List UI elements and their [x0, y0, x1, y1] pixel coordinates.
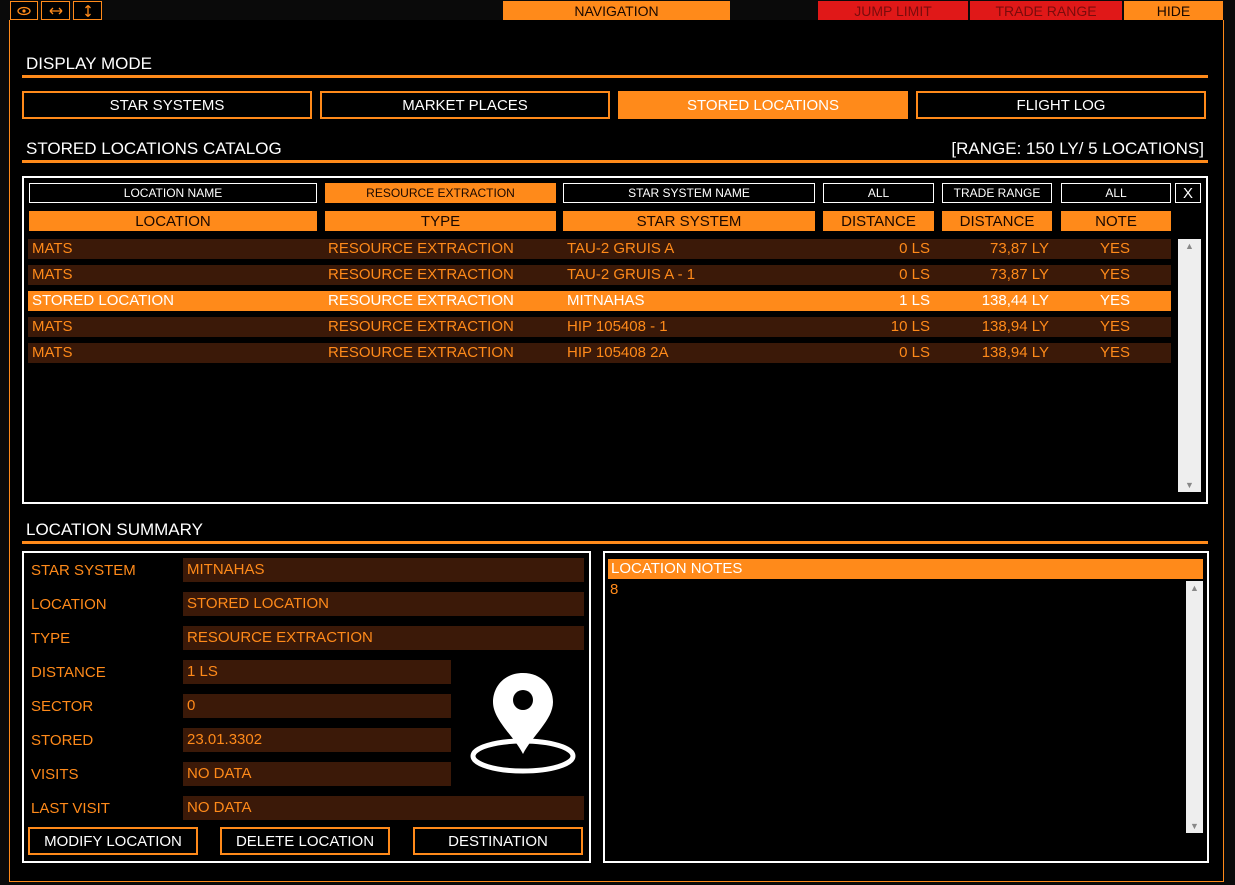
cell-note: YES: [1100, 266, 1131, 283]
cell-note: YES: [1100, 344, 1131, 361]
field-value-stored: 23.01.3302: [183, 728, 451, 752]
field-value-location: STORED LOCATION: [183, 592, 584, 616]
cell-type: RESOURCE EXTRACTION: [328, 292, 514, 309]
field-label: VISITS: [31, 766, 79, 783]
display-mode-title: DISPLAY MODE: [26, 54, 152, 73]
column-header-distance-ly[interactable]: DISTANCE: [942, 211, 1052, 231]
table-row[interactable]: MATS RESOURCE EXTRACTION TAU-2 GRUIS A -…: [28, 265, 1171, 285]
cell-type: RESOURCE EXTRACTION: [328, 318, 514, 335]
cell-note: YES: [1100, 240, 1131, 257]
field-label: SECTOR: [31, 698, 94, 715]
cell-star-system: HIP 105408 - 1: [567, 318, 668, 335]
column-header-location[interactable]: LOCATION: [29, 211, 317, 231]
cell-location: MATS: [32, 344, 73, 361]
catalog-title: STORED LOCATIONS CATALOG: [26, 139, 282, 158]
cell-distance-ls: 0 LS: [899, 344, 930, 361]
cell-star-system: MITNAHAS: [567, 292, 645, 309]
column-header-note[interactable]: NOTE: [1061, 211, 1171, 231]
notes-textarea[interactable]: 8: [608, 581, 1178, 831]
modify-location-button[interactable]: MODIFY LOCATION: [28, 827, 198, 855]
filter-trade-range[interactable]: TRADE RANGE: [942, 183, 1052, 203]
eye-icon[interactable]: [10, 1, 38, 20]
cell-location: STORED LOCATION: [32, 292, 174, 309]
catalog-scrollbar[interactable]: ▲ ▼: [1178, 239, 1201, 492]
cell-location: MATS: [32, 266, 73, 283]
notes-title: LOCATION NOTES: [608, 559, 1203, 579]
table-row[interactable]: MATS RESOURCE EXTRACTION HIP 105408 - 1 …: [28, 317, 1171, 337]
field-label: STORED: [31, 732, 94, 749]
field-label: STAR SYSTEM: [31, 562, 136, 579]
field-label: LAST VISIT: [31, 800, 110, 817]
filter-type[interactable]: RESOURCE EXTRACTION: [325, 183, 556, 203]
column-header-type[interactable]: TYPE: [325, 211, 556, 231]
cell-distance-ly: 138,44 LY: [981, 292, 1049, 309]
cell-star-system: HIP 105408 2A: [567, 344, 669, 361]
summary-title: LOCATION SUMMARY: [26, 520, 203, 539]
cell-distance-ls: 1 LS: [899, 292, 930, 309]
cell-star-system: TAU-2 GRUIS A: [567, 240, 675, 257]
filter-distance[interactable]: ALL: [823, 183, 934, 203]
filter-note[interactable]: ALL: [1061, 183, 1171, 203]
cell-distance-ly: 138,94 LY: [981, 318, 1049, 335]
field-value-sector: 0: [183, 694, 451, 718]
field-value-last-visit: NO DATA: [183, 796, 584, 820]
table-row-selected[interactable]: STORED LOCATION RESOURCE EXTRACTION MITN…: [28, 291, 1171, 311]
cell-distance-ly: 138,94 LY: [981, 344, 1049, 361]
scroll-down-icon[interactable]: ▼: [1186, 821, 1203, 831]
table-row[interactable]: MATS RESOURCE EXTRACTION HIP 105408 2A 0…: [28, 343, 1171, 363]
cell-location: MATS: [32, 240, 73, 257]
cell-note: YES: [1100, 318, 1131, 335]
divider: [22, 160, 1208, 163]
clear-filters-close-icon[interactable]: X: [1175, 183, 1201, 203]
field-value-distance: 1 LS: [183, 660, 451, 684]
table-row[interactable]: MATS RESOURCE EXTRACTION TAU-2 GRUIS A 0…: [28, 239, 1171, 259]
cell-distance-ly: 73,87 LY: [990, 266, 1049, 283]
scroll-up-icon[interactable]: ▲: [1186, 583, 1203, 593]
cell-distance-ls: 10 LS: [890, 318, 930, 335]
filter-location-name[interactable]: LOCATION NAME: [29, 183, 317, 203]
scroll-up-icon[interactable]: ▲: [1178, 241, 1201, 251]
column-header-distance-ls[interactable]: DISTANCE: [823, 211, 934, 231]
mode-flight-log-button[interactable]: FLIGHT LOG: [916, 91, 1206, 119]
cell-distance-ls: 0 LS: [899, 240, 930, 257]
trade-range-button[interactable]: TRADE RANGE: [970, 1, 1122, 20]
cell-location: MATS: [32, 318, 73, 335]
field-value-visits: NO DATA: [183, 762, 451, 786]
navigation-tab[interactable]: NAVIGATION: [503, 1, 730, 20]
jump-limit-button[interactable]: JUMP LIMIT: [818, 1, 968, 20]
cell-star-system: TAU-2 GRUIS A - 1: [567, 266, 696, 283]
field-value-star-system: MITNAHAS: [183, 558, 584, 582]
horizontal-arrows-icon[interactable]: [41, 1, 70, 20]
cell-note: YES: [1100, 292, 1131, 309]
mode-star-systems-button[interactable]: STAR SYSTEMS: [22, 91, 312, 119]
scroll-down-icon[interactable]: ▼: [1178, 480, 1201, 490]
cell-type: RESOURCE EXTRACTION: [328, 240, 514, 257]
cell-distance-ls: 0 LS: [899, 266, 930, 283]
divider: [22, 541, 1208, 544]
cell-type: RESOURCE EXTRACTION: [328, 344, 514, 361]
hide-button[interactable]: HIDE: [1124, 1, 1223, 20]
field-label: DISTANCE: [31, 664, 106, 681]
filter-star-system-name[interactable]: STAR SYSTEM NAME: [563, 183, 815, 203]
mode-stored-locations-button[interactable]: STORED LOCATIONS: [618, 91, 908, 119]
delete-location-button[interactable]: DELETE LOCATION: [220, 827, 390, 855]
field-value-type: RESOURCE EXTRACTION: [183, 626, 584, 650]
divider: [22, 75, 1208, 78]
vertical-arrows-icon[interactable]: [73, 1, 102, 20]
field-label: LOCATION: [31, 596, 107, 613]
destination-button[interactable]: DESTINATION: [413, 827, 583, 855]
field-label: TYPE: [31, 630, 71, 647]
notes-scrollbar[interactable]: ▲ ▼: [1186, 581, 1203, 833]
cell-distance-ly: 73,87 LY: [990, 240, 1049, 257]
mode-market-places-button[interactable]: MARKET PLACES: [320, 91, 610, 119]
cell-type: RESOURCE EXTRACTION: [328, 266, 514, 283]
column-header-star-system[interactable]: STAR SYSTEM: [563, 211, 815, 231]
range-info: [RANGE: 150 LY/ 5 LOCATIONS]: [951, 139, 1204, 158]
map-pin-icon: [470, 670, 576, 776]
